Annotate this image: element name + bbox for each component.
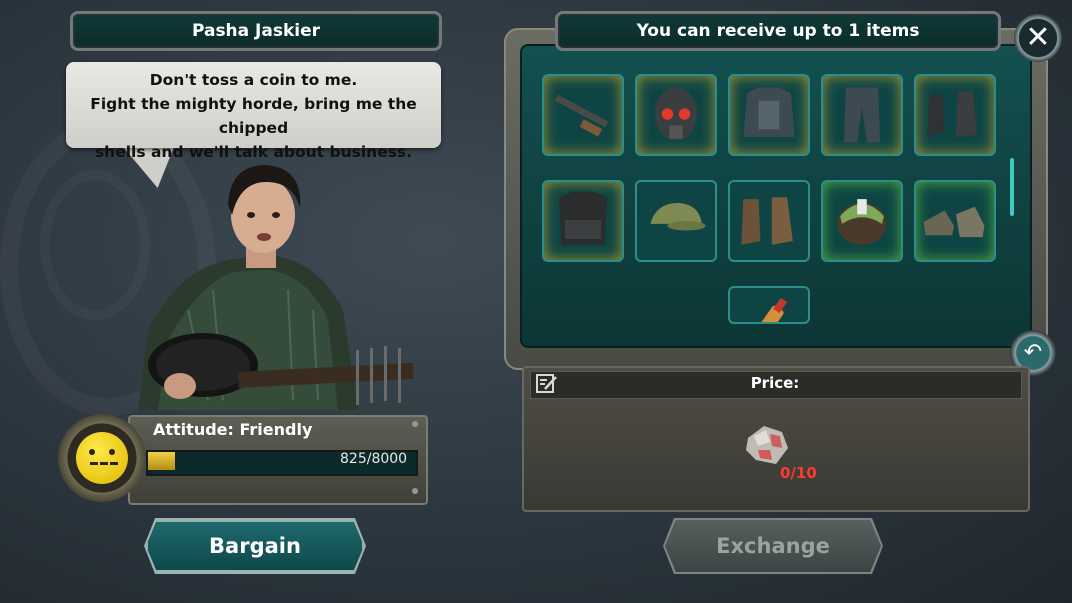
bottle-icon (753, 297, 788, 322)
item-slot[interactable] (728, 286, 810, 324)
tactical-vest-icon (559, 191, 607, 245)
item-slot[interactable] (821, 74, 903, 156)
rivet (412, 421, 418, 427)
npc-portrait (138, 165, 414, 410)
dialogue-line-2: Fight the mighty horde, bring me the chi… (90, 95, 417, 137)
items-scrollbar[interactable] (1010, 158, 1014, 216)
exchange-button[interactable]: Exchange (665, 520, 881, 572)
camo-cap-icon (650, 202, 706, 231)
close-icon[interactable]: ✕ (1014, 14, 1062, 62)
npc-name: Pasha Jaskier (191, 21, 321, 41)
shotgun-icon (554, 94, 609, 137)
item-slot[interactable] (635, 180, 717, 262)
price-label: Price: (750, 374, 800, 392)
attitude-label: Attitude: Friendly (153, 420, 313, 439)
armored-pants-icon (843, 87, 881, 143)
item-slot[interactable] (914, 74, 996, 156)
item-slot[interactable] (821, 180, 903, 262)
dialogue-line-1: Don't toss a coin to me. (149, 71, 358, 89)
item-slot[interactable] (728, 74, 810, 156)
bargain-button[interactable]: Bargain (146, 520, 364, 572)
leather-boots-icon (741, 197, 793, 245)
item-slot[interactable] (914, 180, 996, 262)
item-slot[interactable] (542, 74, 624, 156)
armored-jacket-icon (743, 87, 795, 137)
receive-title-plate: You can receive up to 1 items (555, 11, 1001, 51)
item-slot[interactable] (728, 180, 810, 262)
npc-name-plate: Pasha Jaskier (70, 11, 442, 51)
item-slot[interactable] (542, 180, 624, 262)
price-count: 0/10 (780, 464, 817, 482)
neutral-face-icon (76, 432, 128, 484)
sneakers-icon (923, 206, 985, 238)
rivet (412, 488, 418, 494)
gas-mask-helmet-icon (655, 87, 697, 141)
combat-boots-icon (927, 91, 977, 137)
speech-bubble: Don't toss a coin to me. Fight the might… (66, 62, 441, 161)
bandana-icon (837, 199, 887, 245)
attitude-progress-fill (148, 452, 175, 470)
attitude-value: 825/8000 (340, 451, 408, 467)
receive-title: You can receive up to 1 items (636, 21, 920, 41)
item-slot[interactable] (635, 74, 717, 156)
chipped-shell-icon (746, 426, 788, 464)
items-grid-area[interactable] (520, 44, 1032, 348)
